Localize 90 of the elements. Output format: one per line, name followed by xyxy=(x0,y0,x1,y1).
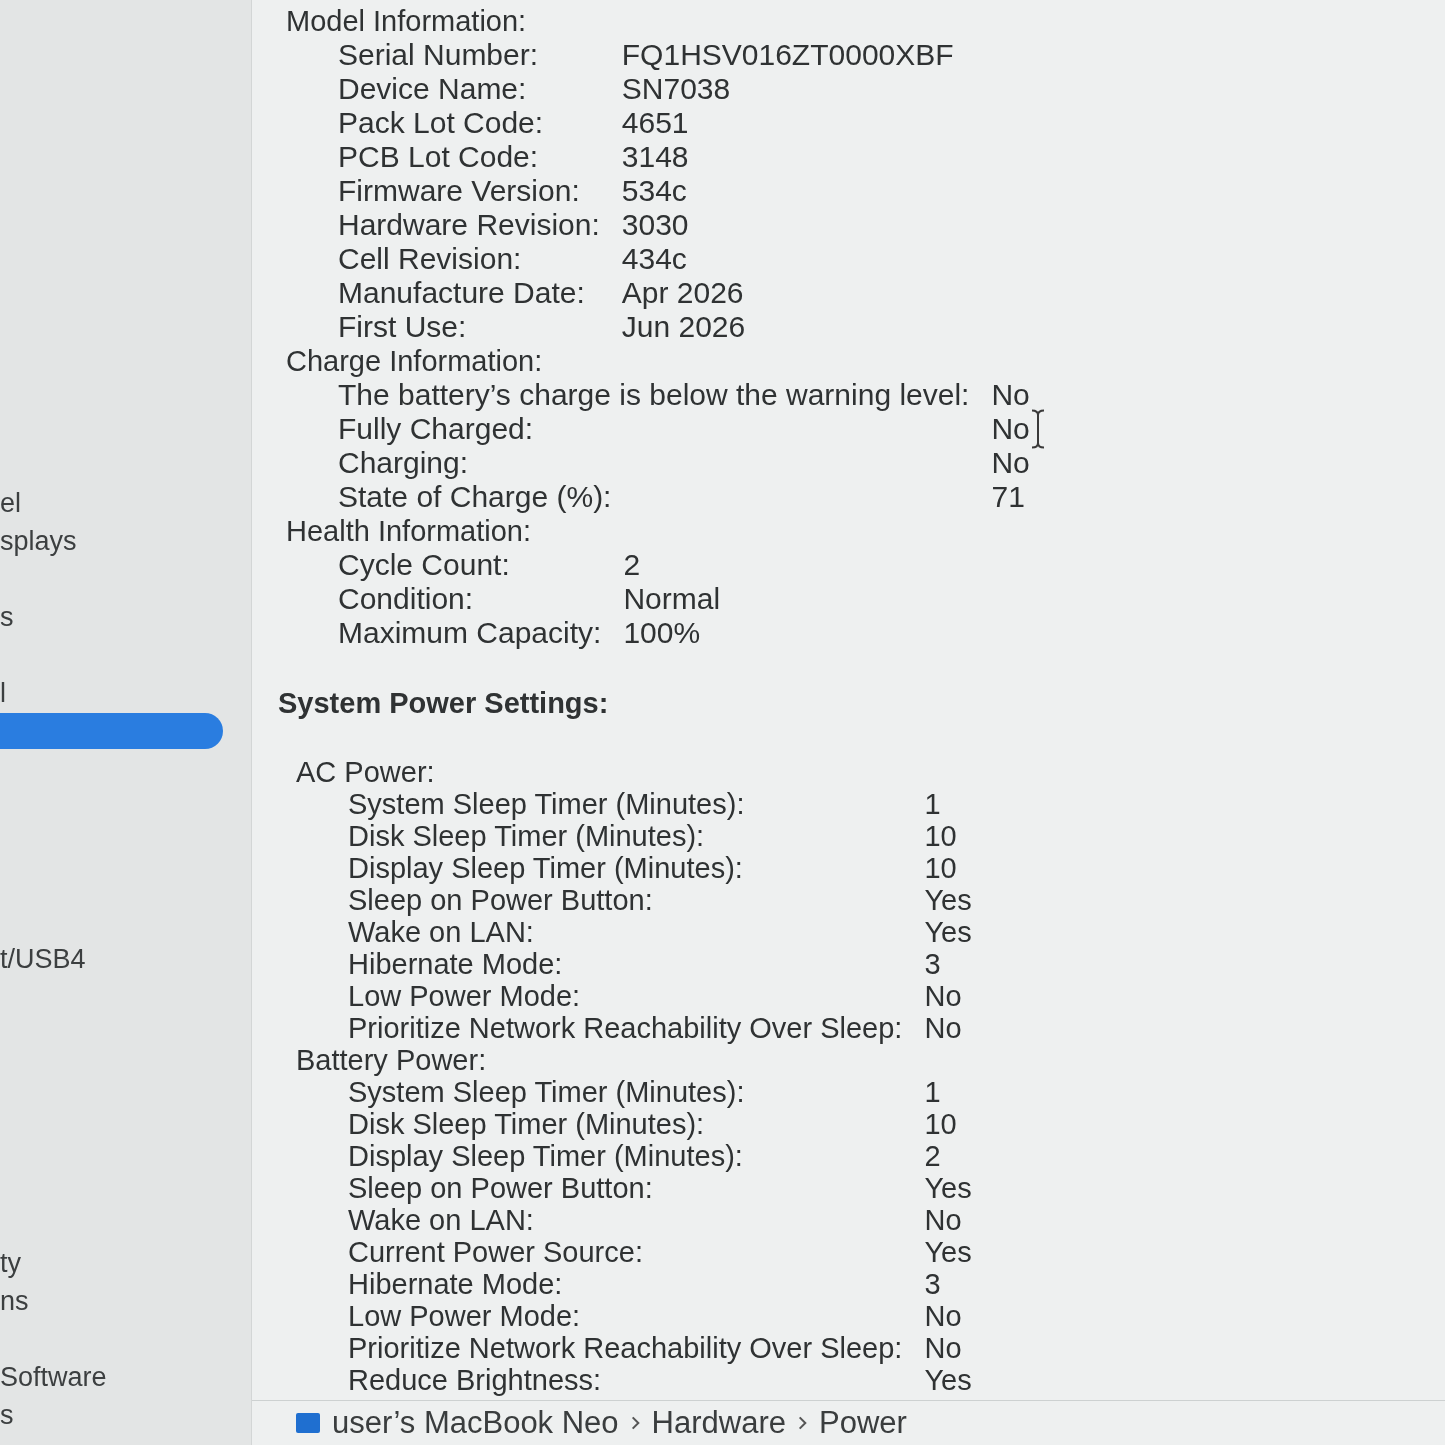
field-value: 3 xyxy=(924,1268,941,1300)
field-label: Display Sleep Timer (Minutes): xyxy=(348,852,744,884)
field-value: No xyxy=(991,412,1030,446)
field-value: Yes xyxy=(924,1172,972,1204)
sidebar-item[interactable]: ns xyxy=(0,1282,251,1320)
field-label: Firmware Version: xyxy=(338,174,581,208)
field-value: No xyxy=(991,446,1030,480)
field-label: First Use: xyxy=(338,310,468,344)
field-label: Sleep on Power Button: xyxy=(348,1172,654,1204)
field-label: Current Power Source: xyxy=(348,1236,644,1268)
field-value: No xyxy=(991,378,1030,412)
field-label: Wake on LAN: xyxy=(348,1204,535,1236)
field-value: 71 xyxy=(991,480,1025,514)
field-value: 4651 xyxy=(621,106,689,140)
sidebar-item[interactable]: l xyxy=(0,674,251,712)
field-value: No xyxy=(924,980,962,1012)
field-label: Hibernate Mode: xyxy=(348,948,564,980)
field-value: FQ1HSV016ZT0000XBF xyxy=(621,38,954,72)
sidebar-item[interactable]: el xyxy=(0,484,251,522)
sidebar-item[interactable] xyxy=(0,713,223,749)
field-label: Fully Charged: xyxy=(338,412,535,446)
chevron-icon xyxy=(798,1416,807,1430)
field-value: Jun 2026 xyxy=(621,310,746,344)
field-label: Hardware Revision: xyxy=(338,208,600,242)
field-value: Apr 2026 xyxy=(621,276,744,310)
field-label: Hibernate Mode: xyxy=(348,1268,564,1300)
field-value: 434c xyxy=(621,242,687,276)
path-item[interactable]: Power xyxy=(819,1405,907,1441)
field-label: PCB Lot Code: xyxy=(338,140,540,174)
field-value: No xyxy=(924,1300,962,1332)
field-label: The battery’s charge is below the warning level: xyxy=(338,378,970,412)
field-label: Prioritize Network Reachability Over Sleep: xyxy=(348,1332,903,1364)
sidebar-item[interactable]: s xyxy=(0,1396,251,1434)
field-label: Disk Sleep Timer (Minutes): xyxy=(348,1108,706,1140)
section-heading: Model Information: xyxy=(286,4,528,38)
field-label: System Sleep Timer (Minutes): xyxy=(348,788,746,820)
field-label: Device Name: xyxy=(338,72,528,106)
field-value: 3030 xyxy=(621,208,689,242)
field-value: 1 xyxy=(924,788,941,820)
field-label: Display Sleep Timer (Minutes): xyxy=(348,1140,744,1172)
field-value: 2 xyxy=(623,548,641,582)
section-heading: Battery Power: xyxy=(296,1044,488,1076)
chevron-icon xyxy=(630,1416,640,1430)
field-label: Cycle Count: xyxy=(338,548,511,582)
field-value: 10 xyxy=(924,820,957,852)
field-label: Disk Sleep Timer (Minutes): xyxy=(348,820,706,852)
field-label: Low Power Mode: xyxy=(348,1300,582,1332)
field-value: Yes xyxy=(924,1364,972,1396)
field-value: Yes xyxy=(924,916,972,948)
field-label: Manufacture Date: xyxy=(338,276,586,310)
field-value: Yes xyxy=(924,884,972,916)
field-value: Normal xyxy=(623,582,721,616)
sidebar-item[interactable]: s xyxy=(0,598,251,636)
field-label: Sleep on Power Button: xyxy=(348,884,654,916)
sidebar-item[interactable]: t/USB4 xyxy=(0,940,251,978)
field-label: Condition: xyxy=(338,582,475,616)
field-value: 3148 xyxy=(621,140,689,174)
sidebar-item[interactable]: splays xyxy=(0,522,251,560)
section-heading: System Power Settings: xyxy=(278,686,610,720)
field-value: 3 xyxy=(924,948,941,980)
section-heading: Health Information: xyxy=(286,514,532,548)
path-item[interactable]: user’s MacBook Neo xyxy=(332,1405,619,1441)
field-value: 10 xyxy=(924,852,957,884)
field-value: No xyxy=(924,1012,962,1044)
field-label: Wake on LAN: xyxy=(348,916,535,948)
field-value: SN7038 xyxy=(621,72,731,106)
field-label: State of Charge (%): xyxy=(338,480,613,514)
section-heading: AC Power: xyxy=(296,756,436,788)
sidebar-item[interactable]: Software xyxy=(0,1358,251,1396)
field-value: 1 xyxy=(924,1076,941,1108)
field-value: 10 xyxy=(924,1108,957,1140)
field-value: Yes xyxy=(924,1236,972,1268)
field-value: No xyxy=(924,1332,962,1364)
field-label: Reduce Brightness: xyxy=(348,1364,603,1396)
field-label: Low Power Mode: xyxy=(348,980,582,1012)
field-value: 2 xyxy=(924,1140,941,1172)
field-value: No xyxy=(924,1204,962,1236)
field-label: Prioritize Network Reachability Over Sleep: xyxy=(348,1012,903,1044)
field-label: Serial Number: xyxy=(338,38,540,72)
field-label: Charging: xyxy=(338,446,470,480)
sidebar-item[interactable]: ty xyxy=(0,1244,251,1282)
path-item[interactable]: Hardware xyxy=(651,1405,786,1441)
section-heading: Charge Information: xyxy=(286,344,544,378)
field-label: System Sleep Timer (Minutes): xyxy=(348,1076,746,1108)
screen-icon xyxy=(296,1413,320,1433)
field-value: 534c xyxy=(621,174,687,208)
field-label: Pack Lot Code: xyxy=(338,106,545,140)
field-value: 100% xyxy=(623,616,701,650)
field-label: Cell Revision: xyxy=(338,242,523,276)
field-label: Maximum Capacity: xyxy=(338,616,602,650)
